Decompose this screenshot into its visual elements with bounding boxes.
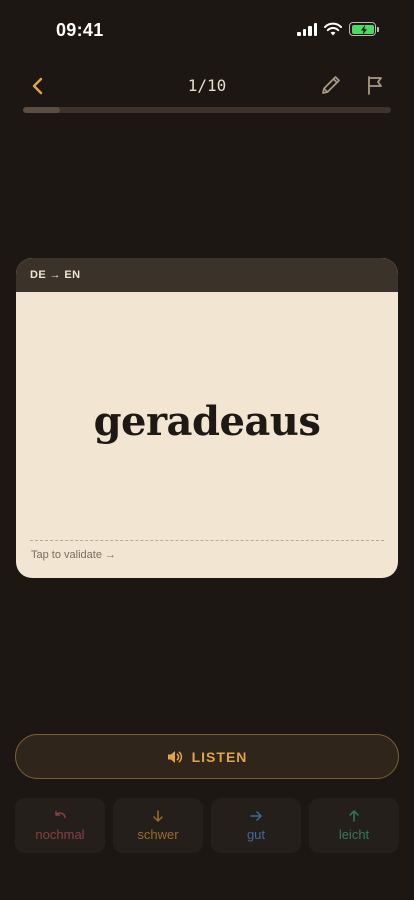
card-word: geradeaus [93,398,321,445]
undo-arrow-icon [55,810,66,819]
cellular-signal-icon [297,22,317,36]
listen-label: LISTEN [191,748,248,765]
wifi-icon [324,22,342,36]
progress-bar [23,107,391,113]
rate-hard-button[interactable]: schwer [113,798,203,853]
edit-pencil-icon[interactable] [320,74,342,96]
card-direction-label: DE → EN [16,258,398,292]
arrow-up-icon [349,810,359,822]
arrow-right-icon [250,811,262,821]
rate-good-button[interactable]: gut [211,798,301,853]
rate-hard-label: schwer [137,827,179,842]
rate-again-button[interactable]: nochmal [15,798,105,853]
header: 1/10 [0,62,414,108]
flashcard[interactable]: DE → EN geradeaus Tap to validate → [16,258,398,578]
rate-easy-button[interactable]: leicht [309,798,399,853]
status-icons [297,22,379,36]
status-time: 09:41 [56,20,104,40]
rate-again-label: nochmal [35,827,85,842]
speaker-icon [167,750,182,763]
rate-easy-label: leicht [338,827,370,842]
rate-good-label: gut [246,827,266,842]
card-counter: 1/10 [187,76,227,95]
tap-to-validate-hint: Tap to validate → [31,549,116,561]
rating-buttons: nochmal schwer gut leicht [15,798,399,853]
status-bar: 09:41 [0,0,414,60]
card-divider [30,540,384,541]
listen-button[interactable]: LISTEN [15,734,399,779]
battery-icon [349,22,379,36]
flag-icon[interactable] [364,74,386,96]
arrow-down-icon [153,810,163,822]
progress-bar-fill [23,107,60,113]
